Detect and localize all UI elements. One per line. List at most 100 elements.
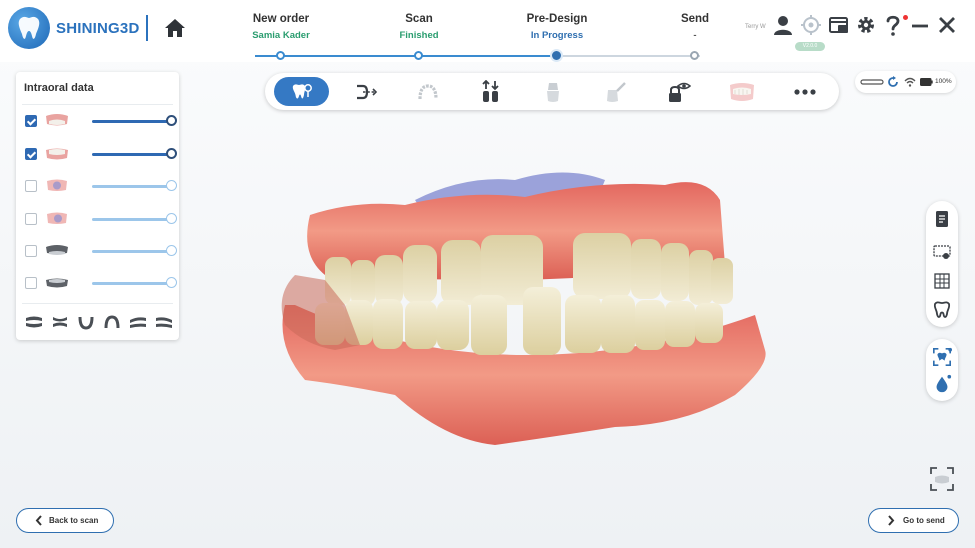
opacity-slider-handle[interactable] — [166, 213, 177, 224]
brand-divider — [146, 15, 148, 41]
tooth-select-icon — [292, 83, 312, 99]
next-label: Go to send — [903, 516, 945, 525]
opacity-slider-handle[interactable] — [166, 115, 177, 126]
step-title: New order — [252, 13, 310, 25]
tool-insertion-direction[interactable] — [476, 77, 506, 106]
gear-icon[interactable] — [855, 14, 877, 36]
chevron-left-icon — [35, 515, 42, 526]
view-orientation-bar — [24, 312, 174, 332]
opacity-slider[interactable] — [92, 250, 168, 253]
scan-row-upper — [24, 111, 177, 131]
auto-detect-icon[interactable] — [932, 347, 952, 367]
step-dot-pre-design — [552, 51, 561, 60]
view-upper-icon[interactable] — [76, 312, 96, 332]
tool-gingiva[interactable] — [727, 77, 757, 106]
tool-margin-line[interactable] — [351, 77, 381, 106]
opacity-slider[interactable] — [92, 282, 168, 285]
step-dot-send — [690, 51, 699, 60]
lower-jaw-scan-icon — [46, 148, 68, 160]
step-status: In Progress — [530, 30, 584, 41]
opacity-slider-handle[interactable] — [166, 277, 177, 288]
visibility-checkbox[interactable] — [25, 115, 37, 127]
panel-title: Intraoral data — [24, 82, 94, 94]
calibration-icon — [888, 76, 898, 87]
back-to-scan-button[interactable]: Back to scan — [16, 508, 114, 533]
home-icon — [165, 19, 185, 37]
scanner-device-icon — [860, 79, 884, 85]
scan-row-upper-prep — [24, 176, 177, 196]
view-right-icon[interactable] — [154, 312, 174, 332]
scan-settings-icon[interactable] — [932, 242, 952, 262]
upper-prep-scan-icon — [47, 179, 67, 191]
side-tools-dock-2 — [926, 339, 958, 401]
visibility-checkbox[interactable] — [25, 245, 37, 257]
logo — [8, 7, 50, 49]
intraoral-data-panel: Intraoral data — [16, 72, 179, 340]
tool-visibility-lock[interactable] — [664, 77, 694, 106]
side-tools-dock — [926, 201, 958, 327]
opacity-slider[interactable] — [92, 153, 168, 156]
arch-icon — [418, 83, 438, 99]
back-label: Back to scan — [49, 516, 99, 525]
tooth-cut-icon — [607, 81, 626, 102]
moisture-drop-icon[interactable] — [932, 374, 952, 394]
tool-more[interactable] — [790, 77, 820, 106]
visibility-lock-icon — [669, 82, 691, 102]
visibility-checkbox[interactable] — [25, 277, 37, 289]
tool-prep-tooth[interactable] — [538, 77, 568, 106]
brand-name: SHINING3D — [56, 20, 140, 37]
top-bar: SHINING3D New order Samia Kader Scan Fin… — [0, 0, 975, 62]
step-dot-scan — [414, 51, 423, 60]
visibility-checkbox[interactable] — [25, 180, 37, 192]
wifi-icon — [904, 77, 916, 87]
notification-dot — [903, 15, 908, 20]
view-front-icon[interactable] — [24, 312, 44, 332]
view-lower-icon[interactable] — [102, 312, 122, 332]
tool-tooth-select[interactable] — [274, 77, 329, 106]
step-status: Samia Kader — [252, 30, 310, 41]
opacity-slider[interactable] — [92, 185, 168, 188]
tooth-library-icon[interactable] — [932, 299, 952, 319]
close-icon[interactable] — [937, 14, 957, 36]
opacity-slider-handle[interactable] — [166, 245, 177, 256]
scan-row-upper-gingiva — [24, 241, 177, 261]
version-badge: V2.0.0 — [795, 42, 825, 51]
home-button[interactable] — [163, 16, 187, 40]
step-send[interactable]: Send - — [635, 13, 755, 41]
prep-tooth-icon — [547, 82, 559, 102]
visibility-checkbox[interactable] — [25, 148, 37, 160]
scan-row-lower-prep — [24, 209, 177, 229]
step-new-order[interactable]: New order Samia Kader — [221, 13, 341, 41]
step-pre-design[interactable]: Pre-Design In Progress — [497, 13, 617, 41]
tooth-logo-icon — [18, 16, 40, 39]
go-to-send-button[interactable]: Go to send — [868, 508, 959, 533]
opacity-slider[interactable] — [92, 218, 168, 221]
insertion-direction-icon — [482, 79, 499, 102]
minimize-icon[interactable] — [910, 14, 930, 36]
dental-scan-3d-view[interactable] — [265, 155, 777, 450]
texture-grid-icon[interactable] — [932, 271, 952, 291]
more-icon — [794, 88, 816, 95]
screenshot-window-icon[interactable] — [828, 14, 850, 36]
step-scan[interactable]: Scan Finished — [359, 13, 479, 41]
order-info-icon[interactable] — [932, 209, 952, 229]
battery-level: 100% — [935, 78, 952, 85]
tool-cut[interactable] — [601, 77, 631, 106]
fit-view-icon[interactable] — [929, 466, 955, 492]
opacity-slider-handle[interactable] — [166, 148, 177, 159]
step-title: Send — [680, 13, 710, 25]
help-icon[interactable] — [883, 14, 903, 36]
upper-jaw-scan-icon — [46, 114, 68, 126]
tool-arch[interactable] — [413, 77, 443, 106]
opacity-slider-handle[interactable] — [166, 180, 177, 191]
battery-icon — [920, 78, 933, 86]
view-side-icon[interactable] — [50, 312, 70, 332]
device-target-icon[interactable] — [800, 14, 822, 36]
view-left-icon[interactable] — [128, 312, 148, 332]
opacity-slider[interactable] — [92, 120, 168, 123]
step-title: Scan — [405, 13, 433, 25]
visibility-checkbox[interactable] — [25, 213, 37, 225]
margin-line-icon — [357, 84, 378, 99]
upper-gingiva-scan-icon — [46, 245, 68, 255]
user-icon[interactable] — [772, 14, 794, 36]
